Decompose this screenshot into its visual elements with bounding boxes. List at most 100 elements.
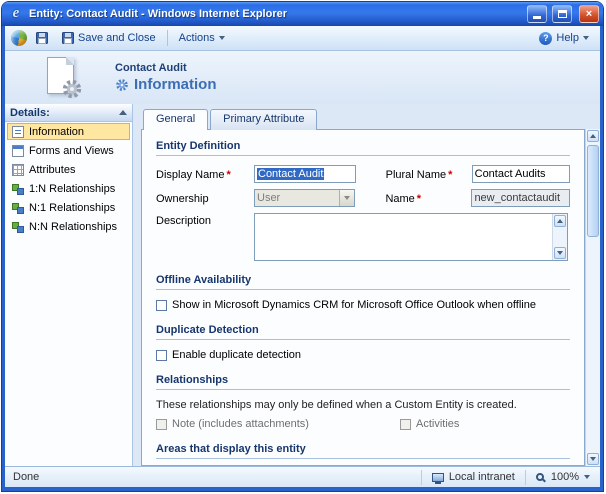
- minimize-icon: [533, 16, 541, 19]
- zoom-control[interactable]: 100%: [530, 471, 596, 483]
- arrow-down-icon: [557, 251, 563, 255]
- scroll-down-button[interactable]: [554, 247, 566, 259]
- scroll-down-button[interactable]: [587, 453, 599, 465]
- checkbox-note-attachments: Note (includes attachments): [156, 418, 400, 430]
- page-title: Information: [134, 76, 217, 93]
- sidebar-item-1n-relationships[interactable]: 1:N Relationships: [7, 180, 130, 197]
- security-zone[interactable]: Local intranet: [426, 471, 521, 483]
- details-sidebar: Details: Information Forms and Views Att…: [5, 104, 133, 466]
- checkbox-activities: Activities: [400, 418, 570, 430]
- save-and-close-label: Save and Close: [78, 32, 156, 44]
- section-title-entity-definition: Entity Definition: [156, 140, 570, 152]
- plural-name-label: Plural Name*: [386, 167, 472, 181]
- help-menu-button[interactable]: ? Help: [534, 30, 594, 47]
- checkbox-icon: [156, 419, 167, 430]
- tab-strip: General Primary Attribute: [141, 108, 600, 129]
- status-separator: [421, 470, 422, 485]
- section-divider: [156, 389, 570, 390]
- minimize-button[interactable]: [527, 5, 547, 23]
- close-button[interactable]: ×: [579, 5, 599, 23]
- checkbox-icon: [156, 350, 167, 361]
- ie-icon: e: [8, 6, 24, 22]
- save-disk-icon: [62, 32, 74, 44]
- sidebar-item-attributes[interactable]: Attributes: [7, 161, 130, 178]
- window-title: Entity: Contact Audit - Windows Internet…: [29, 8, 522, 20]
- maximize-button[interactable]: [552, 5, 572, 23]
- required-asterisk: *: [226, 169, 230, 181]
- monitor-icon: [432, 473, 444, 482]
- sidebar-item-forms-and-views[interactable]: Forms and Views: [7, 142, 130, 159]
- relationships-note: These relationships may only be defined …: [156, 399, 570, 411]
- relationship-icon: [12, 202, 24, 214]
- ownership-label: Ownership: [156, 191, 254, 205]
- toolbar-separator: [167, 30, 168, 46]
- plural-name-input[interactable]: Contact Audits: [472, 165, 570, 183]
- dropdown-button: [339, 190, 354, 206]
- body: Details: Information Forms and Views Att…: [5, 104, 600, 466]
- section-divider: [156, 289, 570, 290]
- chevron-up-icon: [119, 110, 127, 115]
- window-frame: Save and Close Actions ? Help Contact Au…: [2, 26, 603, 491]
- checkbox-label: Note (includes attachments): [172, 418, 309, 430]
- checkbox-offline-outlook[interactable]: Show in Microsoft Dynamics CRM for Micro…: [156, 299, 536, 311]
- description-label: Description: [156, 213, 254, 227]
- checkbox-label: Enable duplicate detection: [172, 349, 301, 361]
- name-value: new_contactaudit: [474, 192, 560, 204]
- tab-general[interactable]: General: [143, 109, 208, 130]
- display-name-input[interactable]: Contact Audit: [254, 165, 356, 183]
- sidebar-item-n1-relationships[interactable]: N:1 Relationships: [7, 199, 130, 216]
- general-form: Entity Definition Display Name* Contact …: [141, 129, 585, 466]
- status-separator: [525, 470, 526, 485]
- information-icon: [12, 126, 24, 138]
- checkbox-label: Show in Microsoft Dynamics CRM for Micro…: [172, 299, 536, 311]
- checkbox-icon: [156, 300, 167, 311]
- save-button[interactable]: [31, 30, 53, 46]
- save-and-close-button[interactable]: Save and Close: [57, 30, 161, 46]
- help-icon: ?: [539, 32, 552, 45]
- name-input: new_contactaudit: [471, 189, 570, 207]
- sidebar-item-information[interactable]: Information: [7, 123, 130, 140]
- title-bar[interactable]: e Entity: Contact Audit - Windows Intern…: [2, 2, 603, 26]
- actions-menu-button[interactable]: Actions: [174, 30, 230, 46]
- display-name-value: Contact Audit: [257, 168, 324, 180]
- content-area: General Primary Attribute Entity Definit…: [133, 104, 600, 466]
- zone-label: Local intranet: [449, 471, 515, 483]
- display-name-label: Display Name*: [156, 167, 254, 181]
- required-asterisk: *: [417, 193, 421, 205]
- tab-primary-attribute[interactable]: Primary Attribute: [210, 109, 317, 130]
- section-title-offline-availability: Offline Availability: [156, 274, 570, 286]
- ownership-select: User: [254, 189, 355, 207]
- sidebar-item-nn-relationships[interactable]: N:N Relationships: [7, 218, 130, 235]
- vertical-scrollbar[interactable]: [585, 129, 600, 466]
- information-page-icon: [115, 78, 129, 92]
- section-divider: [156, 155, 570, 156]
- section-divider: [156, 458, 570, 459]
- checkbox-enable-duplicate-detection[interactable]: Enable duplicate detection: [156, 349, 301, 361]
- scroll-up-button[interactable]: [554, 215, 566, 227]
- status-text: Done: [9, 471, 417, 483]
- section-title-duplicate-detection: Duplicate Detection: [156, 324, 570, 336]
- browser-window: e Entity: Contact Audit - Windows Intern…: [2, 2, 603, 491]
- relationship-icon: [12, 183, 24, 195]
- sidebar-item-label: 1:N Relationships: [29, 183, 115, 195]
- sidebar-item-label: Information: [29, 126, 84, 138]
- dropdown-caret-icon: [584, 475, 590, 479]
- maximize-icon: [558, 10, 567, 18]
- arrow-up-icon: [590, 134, 596, 138]
- section-title-areas: Areas that display this entity: [156, 443, 570, 455]
- dropdown-caret-icon: [583, 36, 589, 40]
- scroll-up-button[interactable]: [587, 130, 599, 142]
- sidebar-item-label: Attributes: [29, 164, 75, 176]
- details-header[interactable]: Details:: [5, 104, 132, 122]
- entity-header: Contact Audit Information: [5, 51, 600, 104]
- name-label: Name*: [385, 191, 471, 205]
- sidebar-item-label: Forms and Views: [29, 145, 114, 157]
- description-textarea[interactable]: [254, 213, 568, 261]
- scrollbar-thumb[interactable]: [587, 145, 599, 237]
- description-scrollbar[interactable]: [552, 214, 567, 260]
- magnifier-icon: [536, 473, 544, 481]
- arrow-down-icon: [590, 457, 596, 461]
- save-disk-icon: [36, 32, 48, 44]
- relationship-icon: [12, 221, 24, 233]
- forms-and-views-icon: [12, 145, 24, 157]
